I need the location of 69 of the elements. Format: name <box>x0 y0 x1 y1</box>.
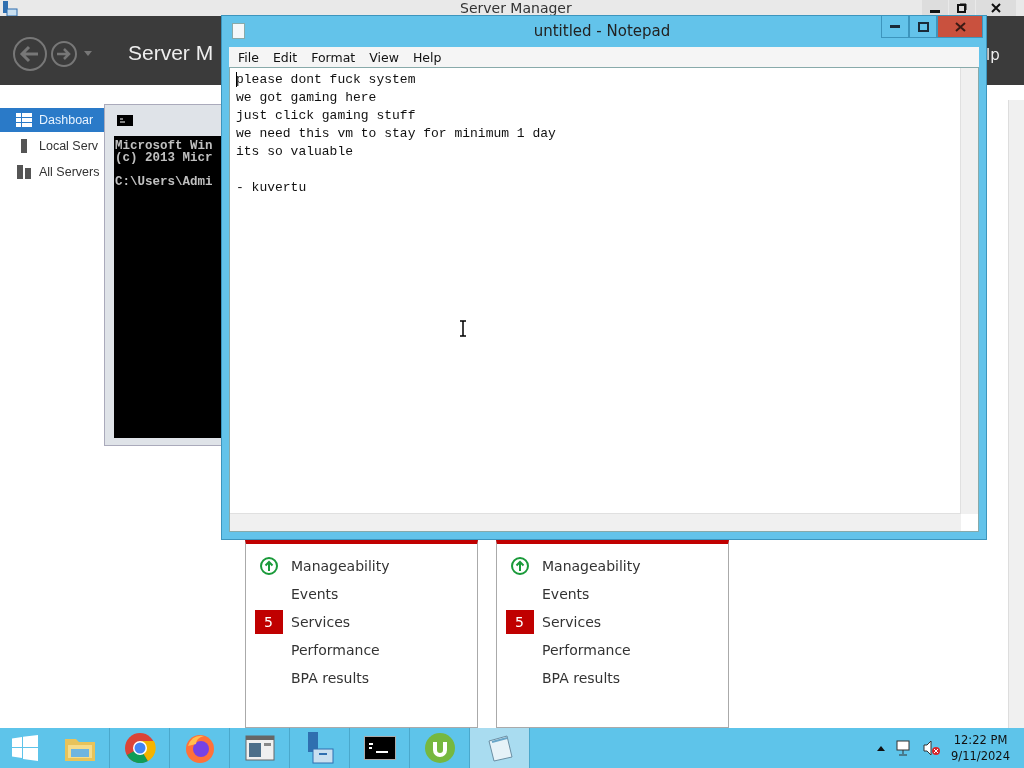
status-up-icon <box>510 557 529 575</box>
text-line: just click gaming stuff <box>236 107 417 125</box>
text-cursor-icon <box>458 320 468 337</box>
text-area[interactable]: please dont fuck system we got gaming here just click gaming stuff we need this vm to stay for minimum 1 day its so valuable - kuvertu <box>229 67 979 532</box>
menu-item[interactable]: Help <box>407 49 447 65</box>
menu-item[interactable]: Edit <box>267 49 303 65</box>
tile-row-label[interactable]: Performance <box>291 642 380 658</box>
maximize-button[interactable] <box>909 16 937 38</box>
clock-time[interactable]: 12:22 PM <box>953 732 1008 748</box>
window-title: untitled - Notepad <box>532 22 672 40</box>
torrent-icon <box>423 732 456 764</box>
window-icon <box>244 735 275 761</box>
restore-button[interactable] <box>949 0 975 16</box>
restore-icon <box>957 3 967 13</box>
menu-item[interactable]: File <box>233 49 264 65</box>
status-up-icon <box>259 557 278 575</box>
minimize-button[interactable] <box>922 0 948 16</box>
horizontal-scrollbar[interactable] <box>230 513 961 531</box>
tile-row-label[interactable]: Events <box>291 586 339 602</box>
minimize-icon <box>890 24 900 29</box>
speaker-muted-icon[interactable] <box>923 740 942 756</box>
count-badge: 5 <box>505 610 534 634</box>
tile-row-label[interactable]: Events <box>542 586 590 602</box>
tile-row-label[interactable]: Performance <box>542 642 631 658</box>
close-icon <box>954 21 966 32</box>
command-prompt-icon <box>363 736 396 760</box>
dropdown-caret-icon[interactable] <box>84 51 92 56</box>
text-line: please dont fuck system <box>236 71 417 89</box>
menu-item[interactable]: View <box>364 49 404 65</box>
document-icon <box>232 23 245 39</box>
tile-row-label[interactable]: Manageability <box>291 558 390 574</box>
maximize-icon <box>917 21 929 32</box>
window-title: Server Manager <box>460 1 572 15</box>
firefox-icon <box>183 732 216 764</box>
vertical-scrollbar[interactable] <box>960 68 978 514</box>
text-line: we need this vm to stay for minimum 1 day <box>236 125 556 143</box>
back-icon[interactable] <box>12 36 48 72</box>
close-icon <box>991 3 1001 13</box>
text-line: its so valuable <box>236 143 355 161</box>
tile-row-label[interactable]: BPA results <box>542 670 621 686</box>
tile-row-label[interactable]: Services <box>291 614 351 630</box>
sidebar-item[interactable]: Dashboar <box>0 108 104 132</box>
windows-logo-icon <box>12 735 38 761</box>
server-manager-icon <box>2 1 18 16</box>
clock-date[interactable]: 9/11/2024 <box>951 748 1010 764</box>
console-line: C:\Users\Admi <box>115 176 214 188</box>
minimize-button[interactable] <box>881 16 909 38</box>
header-menu-text: lp <box>986 46 1000 64</box>
text-line: - kuvertu <box>236 179 308 197</box>
show-hidden-icons-icon[interactable] <box>877 745 886 751</box>
scrollbar[interactable] <box>1008 100 1024 728</box>
close-button[interactable] <box>976 0 1016 16</box>
chrome-icon <box>123 732 156 764</box>
forward-icon[interactable] <box>50 40 78 68</box>
sidebar-item[interactable]: Local Serv <box>0 134 104 158</box>
tile-row-label[interactable]: Manageability <box>542 558 641 574</box>
menu-item[interactable]: Format <box>306 49 361 65</box>
text-line: we got gaming here <box>236 89 378 107</box>
console-line: (c) 2013 Micr <box>115 152 214 164</box>
sidebar-item[interactable]: All Servers <box>0 160 104 184</box>
minimize-icon <box>930 10 940 13</box>
command-prompt-icon <box>117 115 133 126</box>
servers-icon <box>16 164 32 180</box>
tile-row-label[interactable]: BPA results <box>291 670 370 686</box>
tile-row-label[interactable]: Services <box>542 614 602 630</box>
console-line: Microsoft Win <box>115 140 214 152</box>
dashboard-grid-icon <box>16 113 32 127</box>
header-title: Server M <box>128 41 214 65</box>
count-badge: 5 <box>254 610 283 634</box>
